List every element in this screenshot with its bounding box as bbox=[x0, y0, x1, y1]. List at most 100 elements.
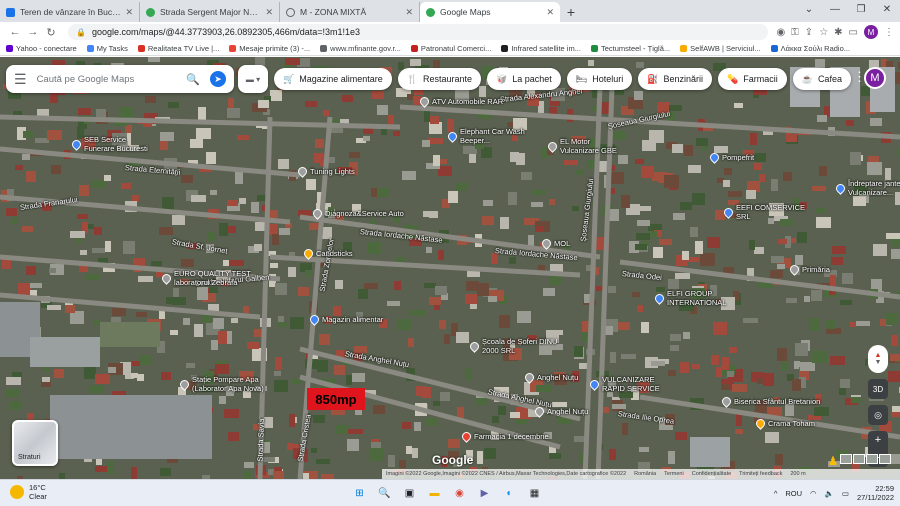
bookmark[interactable]: My Tasks bbox=[86, 44, 128, 53]
minimize-icon[interactable]: — bbox=[822, 0, 848, 20]
satellite-imagery[interactable] bbox=[0, 57, 900, 479]
maximize-icon[interactable]: ❐ bbox=[848, 0, 874, 20]
scale-label[interactable]: 200 m bbox=[790, 471, 805, 477]
battery-icon[interactable]: ▭ bbox=[842, 489, 849, 498]
map-poi[interactable]: ELFI GROUP INTERNATIONAL bbox=[653, 289, 737, 307]
lock-icon[interactable]: 🔒 bbox=[76, 28, 86, 37]
map-poi[interactable]: Pompefrit bbox=[708, 151, 754, 164]
region-link[interactable]: România bbox=[634, 471, 656, 477]
map-poi[interactable]: Școala de Șoferi DINU 2000 SRL bbox=[468, 337, 562, 355]
address-bar[interactable]: 🔒 google.com/maps/@44.3773903,26.0892305… bbox=[68, 24, 769, 40]
layers-button[interactable]: Straturi bbox=[12, 420, 58, 466]
map-poi[interactable]: Magazin alimentar bbox=[308, 313, 383, 326]
close-icon[interactable]: ✕ bbox=[125, 7, 133, 18]
wifi-icon[interactable]: ◠ bbox=[810, 489, 817, 498]
map-poi[interactable]: SEB Service Funerare Bucuresti bbox=[70, 135, 154, 153]
close-icon[interactable]: ✕ bbox=[405, 7, 413, 18]
3d-button[interactable]: 3D bbox=[868, 379, 888, 399]
bookmark[interactable]: Yahoo - conectare bbox=[6, 44, 77, 53]
map-poi[interactable]: VULCANIZARE RAPID SERVICE bbox=[588, 375, 672, 393]
browser-tab[interactable]: Teren de vânzare în Bucuresti Gi... ✕ bbox=[0, 2, 140, 22]
map-poi[interactable]: Tuning Lights bbox=[296, 165, 355, 178]
bookmark[interactable]: Λάκκα Σούλι Radio... bbox=[770, 44, 850, 53]
zoom-in-icon[interactable]: + bbox=[875, 434, 881, 446]
bookmark[interactable]: SelfAWB | Serviciul... bbox=[680, 44, 761, 53]
map-poi[interactable]: Îndreptare jante Vulcanizare... bbox=[834, 179, 900, 197]
account-avatar[interactable]: M bbox=[864, 67, 886, 89]
compass-icon[interactable]: ▲ ▼ bbox=[868, 345, 888, 373]
sidebar-icon[interactable]: ▭ bbox=[849, 27, 858, 38]
chip-groceries[interactable]: 🛒 Magazine alimentare bbox=[274, 68, 392, 90]
my-location-icon[interactable]: ◎ bbox=[868, 405, 888, 425]
forward-icon[interactable]: → bbox=[24, 26, 42, 38]
map-poi[interactable]: EL Motor Vulcanizare GBE bbox=[546, 137, 620, 155]
language-indicator[interactable]: ROU bbox=[785, 489, 802, 498]
clock[interactable]: 22:59 27/11/2022 bbox=[857, 484, 894, 502]
bookmark[interactable]: Tectumsteel - Țiglă... bbox=[590, 44, 670, 53]
satellite-map[interactable]: Strada Alexandru Anghel Strada Eternităț… bbox=[0, 57, 900, 479]
chip-pharmacies[interactable]: 💊 Farmacii bbox=[717, 68, 787, 90]
feedback-link[interactable]: Trimiteți feedback bbox=[739, 471, 782, 477]
bookmark[interactable]: Mesaje primite (3) -... bbox=[229, 44, 310, 53]
close-icon[interactable]: ✕ bbox=[546, 7, 554, 18]
map-poi[interactable]: Anghel Nuțu bbox=[523, 371, 578, 384]
key-icon[interactable]: ⚿ bbox=[791, 27, 799, 38]
imagery-thumbnails[interactable] bbox=[840, 454, 891, 464]
map-poi[interactable]: Biserica Sfântul Bretanion bbox=[720, 395, 820, 408]
browser-tab[interactable]: Strada Sergent Major Nedeleanu... ✕ bbox=[140, 2, 280, 22]
reload-icon[interactable]: ↻ bbox=[42, 26, 60, 39]
tray-chevron-icon[interactable]: ^ bbox=[774, 489, 778, 498]
star-icon[interactable]: ☆ bbox=[819, 27, 828, 38]
edge-icon[interactable]: ◐ bbox=[500, 484, 519, 503]
calculator-icon[interactable]: ▦ bbox=[525, 484, 544, 503]
menu-icon[interactable]: ⋮ bbox=[884, 27, 894, 38]
file-explorer-icon[interactable]: ▬ bbox=[425, 484, 444, 503]
terms-link[interactable]: Termeni bbox=[664, 471, 684, 477]
chip-hotels[interactable]: 🛏 Hoteluri bbox=[566, 68, 633, 90]
search-input[interactable]: Caută pe Google Maps bbox=[37, 74, 187, 85]
bookmark[interactable]: www.mfinante.gov.r... bbox=[320, 44, 401, 53]
map-poi[interactable]: Diagnoza&Service Auto bbox=[311, 207, 404, 220]
chip-gas-stations[interactable]: ⛽ Benzinării bbox=[638, 68, 712, 90]
map-poi[interactable]: Candsticks bbox=[302, 247, 353, 260]
weather-widget[interactable]: 16°C Clear bbox=[10, 483, 47, 501]
directions-icon[interactable]: ➤ bbox=[210, 71, 226, 87]
map-poi[interactable]: MOL bbox=[540, 237, 570, 250]
search-icon[interactable]: 🔍 bbox=[186, 73, 200, 86]
browser-tab[interactable]: M - ZONA MIXTĂ ✕ bbox=[280, 2, 420, 22]
map-poi[interactable]: Stație Pompare Apa (Laborator Apa Nova) bbox=[178, 375, 282, 393]
profile-avatar[interactable]: M bbox=[864, 25, 878, 39]
volume-icon[interactable]: 🔈 bbox=[825, 489, 834, 498]
location-icon[interactable]: ◉ bbox=[776, 27, 785, 38]
extensions-icon[interactable]: ✱ bbox=[834, 27, 842, 38]
task-view-icon[interactable]: ▣ bbox=[400, 484, 419, 503]
hamburger-menu-icon[interactable]: ☰ bbox=[14, 71, 27, 88]
chip-takeout[interactable]: 🥡 La pachet bbox=[487, 68, 561, 90]
windows-start-icon[interactable]: ⊞ bbox=[350, 484, 369, 503]
new-tab-button[interactable]: + bbox=[560, 2, 582, 22]
map-type-dropdown[interactable]: ▬ ▾ bbox=[238, 65, 268, 93]
bookmark[interactable]: Realitatea TV Live |... bbox=[137, 44, 219, 53]
privacy-link[interactable]: Confidențialitate bbox=[692, 471, 731, 477]
map-poi[interactable]: Primăria bbox=[788, 263, 830, 276]
map-poi[interactable]: EURO QUALITY TEST laboratorul Zebrafa bbox=[160, 269, 254, 287]
map-poi[interactable]: Crama Toham bbox=[754, 417, 815, 430]
close-window-icon[interactable]: ✕ bbox=[874, 0, 900, 20]
bookmark[interactable]: Infrared satellite im... bbox=[501, 44, 581, 53]
browser-tab-active[interactable]: Google Maps ✕ bbox=[420, 2, 560, 22]
map-poi[interactable]: Anghel Nuțu bbox=[533, 405, 588, 418]
chrome-icon[interactable]: ◉ bbox=[450, 484, 469, 503]
chip-restaurants[interactable]: 🍴 Restaurante bbox=[397, 68, 482, 90]
share-icon[interactable]: ⇪ bbox=[805, 27, 813, 38]
video-app-icon[interactable]: ▶ bbox=[475, 484, 494, 503]
close-icon[interactable]: ✕ bbox=[265, 7, 273, 18]
bookmark[interactable]: Patronatul Comerci... bbox=[410, 44, 491, 53]
pegman-icon[interactable]: ♟ bbox=[826, 454, 840, 468]
search-icon[interactable]: 🔍 bbox=[375, 484, 394, 503]
map-poi[interactable]: Elephant Car Wash Beeper... bbox=[446, 127, 530, 145]
map-poi[interactable]: EEFI COMSERVICE SRL bbox=[722, 203, 806, 221]
map-poi[interactable]: Farmacia 1 decembrie bbox=[460, 430, 549, 443]
tab-search-icon[interactable]: ⌄ bbox=[796, 0, 822, 20]
map-poi[interactable]: ATV Automobile RAR bbox=[418, 95, 503, 108]
back-icon[interactable]: ← bbox=[6, 26, 24, 38]
